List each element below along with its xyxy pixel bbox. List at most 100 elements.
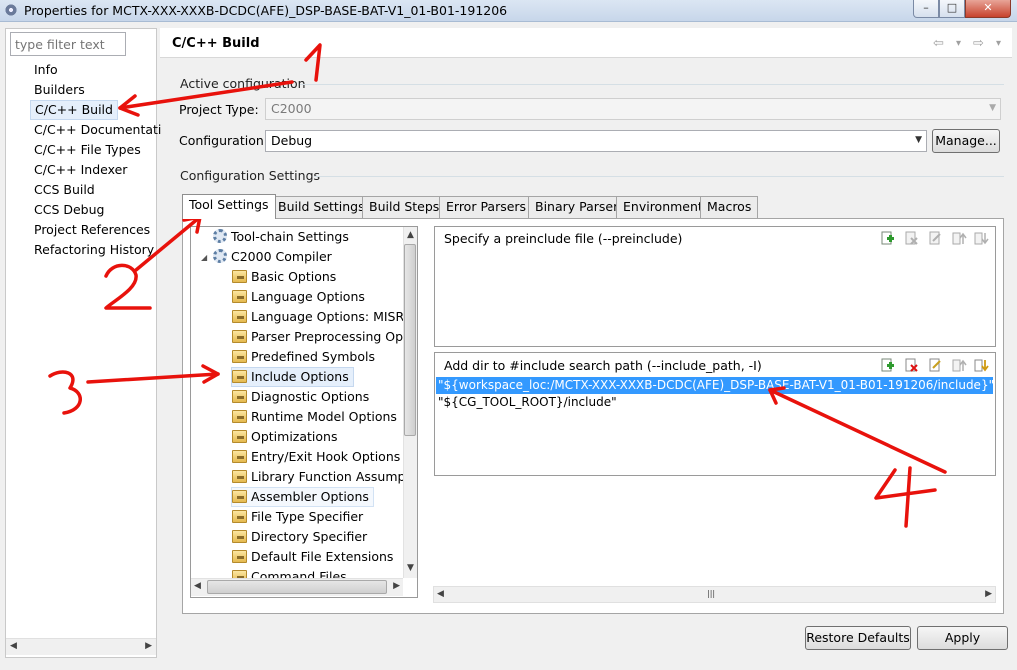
move-down-icon[interactable] — [974, 358, 989, 373]
tree-item-label: C2000 Compiler — [231, 249, 332, 264]
include-path-item[interactable]: "${workspace_loc:/MCTX-XXX-XXXB-DCDC(AFE… — [436, 377, 994, 394]
tab-environment[interactable]: Environment — [616, 196, 710, 218]
sidebar-item-ccs-debug[interactable]: CCS Debug — [30, 200, 108, 220]
expand-collapse-icon[interactable]: ◢ — [201, 253, 207, 262]
tab-build-settings[interactable]: Build Settings — [271, 196, 372, 218]
tree-item-predefined-symbols[interactable]: Predefined Symbols — [232, 347, 375, 367]
tree-item-runtime-model-options[interactable]: Runtime Model Options — [232, 407, 397, 427]
move-up-icon[interactable] — [952, 231, 967, 246]
include-path-item[interactable]: "${CG_TOOL_ROOT}/include" — [436, 394, 617, 411]
tree-item-tool-chain-settings[interactable]: Tool-chain Settings — [213, 227, 349, 247]
options-folder-icon — [232, 370, 247, 383]
options-folder-icon — [232, 290, 247, 303]
move-up-icon[interactable] — [952, 358, 967, 373]
sidebar-item-cpp-file-types[interactable]: C/C++ File Types — [30, 140, 145, 160]
tree-item-label: Optimizations — [251, 429, 338, 444]
tree-horizontal-scroll-thumb[interactable] — [207, 580, 387, 594]
scroll-right-icon[interactable]: ▶ — [985, 589, 992, 599]
scroll-grip-icon[interactable]: ||| — [707, 589, 715, 598]
sidebar-item-builders[interactable]: Builders — [30, 80, 89, 100]
tree-item-label: Directory Specifier — [251, 529, 368, 544]
tree-item-optimizations[interactable]: Optimizations — [232, 427, 337, 447]
sidebar-item-cpp-indexer[interactable]: C/C++ Indexer — [30, 160, 131, 180]
tab-build-steps[interactable]: Build Steps — [362, 196, 447, 218]
sidebar-horizontal-scrollbar[interactable]: ◀ ▶ — [6, 638, 156, 655]
delete-icon[interactable] — [904, 231, 919, 246]
sidebar-item-ccs-build[interactable]: CCS Build — [30, 180, 99, 200]
sidebar-item-info[interactable]: Info — [30, 60, 62, 80]
preinclude-title: Specify a preinclude file (--preinclude) — [444, 231, 683, 246]
forward-history-dropdown-icon[interactable]: ▾ — [996, 38, 1001, 49]
configuration-settings-label: Configuration Settings — [180, 168, 321, 183]
tree-item-label: Basic Options — [251, 269, 337, 284]
scroll-left-icon[interactable]: ◀ — [194, 581, 201, 591]
chevron-down-icon[interactable]: ▼ — [915, 135, 922, 145]
close-button[interactable]: ✕ — [965, 0, 1011, 18]
tree-item-c2000-compiler[interactable]: C2000 Compiler — [213, 247, 332, 267]
sidebar-item-refactoring-history[interactable]: Refactoring History — [30, 240, 158, 260]
tree-item-file-type-specifier[interactable]: File Type Specifier — [232, 507, 363, 527]
group-divider — [300, 84, 1004, 85]
configuration-combo[interactable]: Debug ▼ — [265, 130, 927, 152]
options-folder-icon — [232, 510, 247, 523]
scroll-left-icon[interactable]: ◀ — [10, 641, 17, 651]
tree-item-language-options-misra[interactable]: Language Options: MISRA — [232, 307, 412, 327]
tree-item-include-options[interactable]: Include Options — [231, 367, 354, 387]
restore-defaults-button[interactable]: Restore Defaults — [805, 626, 911, 650]
list-horizontal-scrollbar[interactable]: ◀ ||| ▶ — [433, 586, 996, 603]
back-arrow-icon[interactable]: ⇦ — [933, 36, 944, 51]
project-type-combo: C2000 ▼ — [265, 98, 1001, 120]
tree-item-label: Default File Extensions — [251, 549, 394, 564]
manage-button[interactable]: Manage... — [932, 129, 1000, 153]
scroll-up-icon[interactable]: ▲ — [407, 230, 414, 240]
edit-icon[interactable] — [928, 358, 943, 373]
add-icon[interactable] — [880, 358, 895, 373]
options-folder-icon — [232, 470, 247, 483]
options-folder-icon — [232, 350, 247, 363]
apply-button[interactable]: Apply — [917, 626, 1008, 650]
maximize-button[interactable]: □ — [939, 0, 965, 18]
edit-icon[interactable] — [928, 231, 943, 246]
tab-macros[interactable]: Macros — [700, 196, 759, 218]
tree-scroll-thumb[interactable] — [404, 244, 416, 436]
tree-item-directory-specifier[interactable]: Directory Specifier — [232, 527, 367, 547]
options-folder-icon — [232, 430, 247, 443]
add-icon[interactable] — [880, 231, 895, 246]
preinclude-toolbar — [880, 231, 990, 247]
scroll-right-icon[interactable]: ▶ — [393, 581, 400, 591]
tree-item-assembler-options[interactable]: Assembler Options — [231, 487, 374, 507]
tree-item-label: File Type Specifier — [251, 509, 364, 524]
options-folder-icon — [232, 550, 247, 563]
tree-item-language-options[interactable]: Language Options — [232, 287, 365, 307]
sidebar-item-cpp-documentation[interactable]: C/C++ Documentati — [30, 120, 165, 140]
tree-item-label: Include Options — [251, 369, 349, 384]
tree-item-diagnostic-options[interactable]: Diagnostic Options — [232, 387, 369, 407]
tab-error-parsers[interactable]: Error Parsers — [439, 196, 534, 218]
app-icon — [4, 3, 18, 17]
minimize-button[interactable]: – — [913, 0, 939, 18]
delete-icon[interactable] — [904, 358, 919, 373]
tree-item-label: Predefined Symbols — [251, 349, 375, 364]
options-folder-icon — [232, 530, 247, 543]
scroll-down-icon[interactable]: ▼ — [407, 563, 414, 573]
tree-item-parser-preprocessing-options[interactable]: Parser Preprocessing Opt — [232, 327, 408, 347]
tab-binary-parser[interactable]: Binary Parser — [528, 196, 626, 218]
sidebar-item-project-references[interactable]: Project References — [30, 220, 154, 240]
sidebar-item-cpp-build[interactable]: C/C++ Build — [30, 100, 118, 120]
project-type-label: Project Type: — [179, 102, 259, 117]
tree-item-label: Language Options — [251, 289, 365, 304]
tree-item-library-function-assumptions[interactable]: Library Function Assumpti — [232, 467, 414, 487]
options-folder-icon — [232, 310, 247, 323]
move-down-icon[interactable] — [974, 231, 989, 246]
tree-item-entry-exit-hook-options[interactable]: Entry/Exit Hook Options — [232, 447, 400, 467]
compiler-gear-icon — [213, 249, 227, 263]
back-history-dropdown-icon[interactable]: ▾ — [956, 38, 961, 49]
tree-item-default-file-extensions[interactable]: Default File Extensions — [232, 547, 393, 567]
tree-item-basic-options[interactable]: Basic Options — [232, 267, 336, 287]
tab-tool-settings[interactable]: Tool Settings — [182, 194, 276, 219]
scroll-left-icon[interactable]: ◀ — [437, 589, 444, 599]
tool-settings-tree: Tool-chain Settings ◢ C2000 Compiler Bas… — [190, 226, 418, 598]
forward-arrow-icon[interactable]: ⇨ — [973, 36, 984, 51]
filter-input[interactable] — [10, 32, 126, 56]
scroll-right-icon[interactable]: ▶ — [145, 641, 152, 651]
